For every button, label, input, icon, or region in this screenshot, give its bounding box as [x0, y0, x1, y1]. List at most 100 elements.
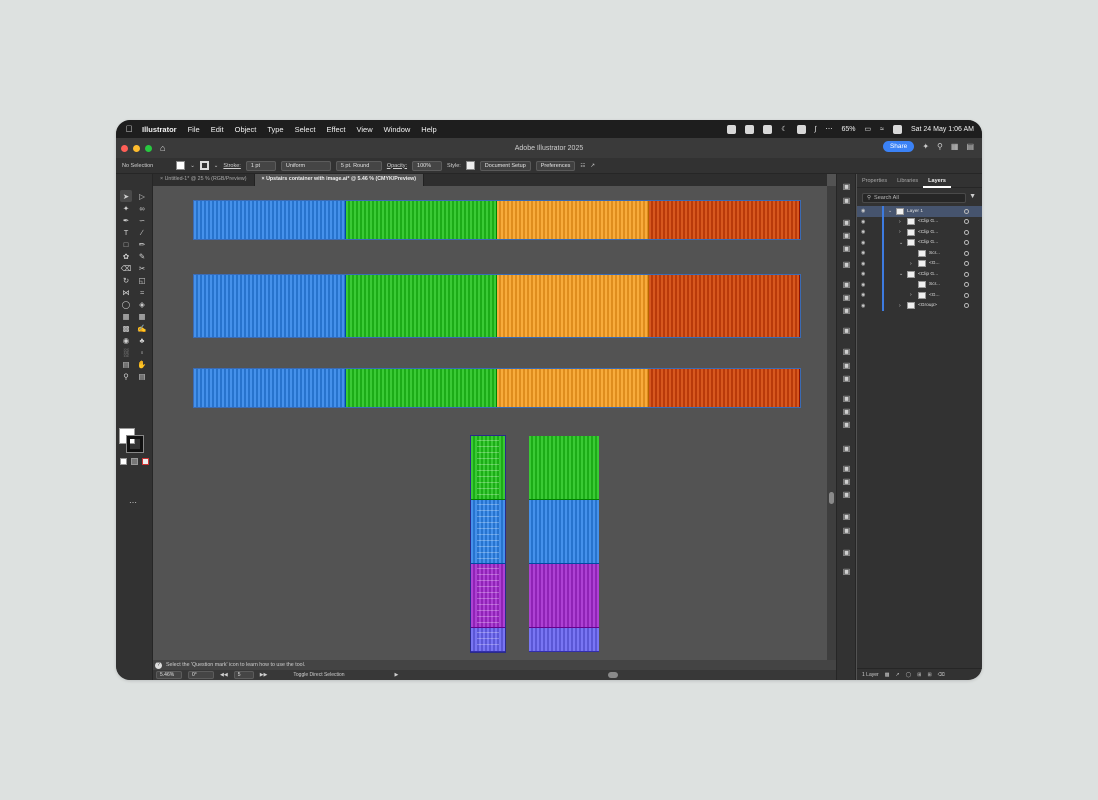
chevron-down-icon[interactable]: ⌄ [214, 163, 219, 169]
container-violet[interactable] [529, 628, 599, 652]
tab-untitled-1[interactable]: × Untitled-1* @ 25 % (RGB/Preview) [153, 174, 255, 186]
visibility-eye-icon[interactable]: ◉ [861, 208, 865, 214]
chevron-right-icon[interactable]: › [899, 303, 901, 309]
clipping-mask-icon[interactable]: ◯ [906, 672, 912, 678]
control-center-icon[interactable] [892, 124, 902, 134]
battery-icon[interactable]: ▭ [864, 125, 871, 133]
hand-tool-icon[interactable]: ✋ [136, 358, 148, 370]
graphic-styles-icon[interactable]: ▣ [842, 244, 851, 253]
tab-upstairs-container[interactable]: × Upstairs container with image.ai* @ 5.… [254, 174, 425, 186]
rectangle-tool-icon[interactable]: □ [120, 238, 132, 250]
pathfinder-icon[interactable]: ▣ [842, 407, 851, 416]
edit-toolbar-icon[interactable]: ⋯ [129, 498, 137, 507]
column-graph-tool-icon[interactable]: ░ [120, 346, 132, 358]
close-window-button[interactable] [121, 144, 128, 152]
asset-export-icon[interactable]: ▣ [842, 361, 851, 370]
container-green[interactable] [529, 436, 599, 500]
artboard-canvas[interactable] [153, 186, 827, 660]
chevron-down-icon[interactable]: ⌄ [899, 240, 903, 246]
container-purple[interactable] [529, 564, 599, 628]
target-icon[interactable] [964, 271, 969, 277]
lasso-tool-icon[interactable]: ∞ [136, 202, 148, 214]
3d-icon[interactable]: ▣ [842, 444, 851, 453]
shape-builder-tool-icon[interactable]: ◈ [136, 298, 148, 310]
sublayer-row[interactable]: ◉ ⌄ <Clip G... [857, 269, 982, 280]
symbols-icon[interactable]: ▣ [842, 231, 851, 240]
slice-tool-icon[interactable]: ▤ [120, 358, 132, 370]
target-icon[interactable] [964, 219, 969, 225]
layer-name[interactable]: <Clip G... [918, 240, 938, 245]
zoom-level-field[interactable]: 5.46% [156, 671, 182, 679]
gradient-icon[interactable]: ▣ [842, 293, 851, 302]
artboard-tool-icon[interactable]: ▫ [136, 346, 148, 358]
perspective-tool-icon[interactable]: ▦ [120, 310, 132, 322]
menu-help[interactable]: Help [421, 125, 436, 134]
container-blue[interactable] [194, 275, 346, 337]
width-tool-icon[interactable]: ⋈ [120, 286, 132, 298]
sublayer-row[interactable]: ◉ ⌄ <Clip G... [857, 237, 982, 248]
first-artboard-icon[interactable]: ◀◀ [220, 672, 228, 678]
brush-definition[interactable]: 5 pt. Round [335, 160, 382, 171]
new-sublayer-icon[interactable]: ⊞ [917, 672, 921, 678]
container-purple[interactable] [471, 564, 505, 628]
eyedropper-tool-icon[interactable]: ✍ [136, 322, 148, 334]
share-button[interactable]: Share [882, 141, 915, 152]
line-tool-icon[interactable]: ∕ [136, 226, 148, 238]
visibility-eye-icon[interactable]: ◉ [861, 292, 865, 298]
transparency-icon[interactable]: ▣ [842, 306, 851, 315]
chevron-down-icon[interactable]: ⌄ [190, 163, 195, 169]
shaper-tool-icon[interactable]: ✿ [120, 250, 132, 262]
container-column[interactable] [529, 436, 599, 652]
wifi-icon[interactable]: ≈ [880, 126, 884, 133]
container-blue[interactable] [529, 500, 599, 564]
warp-tool-icon[interactable]: ≈ [136, 286, 148, 298]
zoom-tool-icon[interactable]: ⚲ [120, 370, 132, 382]
blend-tool-icon[interactable]: ◉ [120, 334, 132, 346]
none-mode-button[interactable] [142, 458, 149, 465]
sublayer-row[interactable]: ◉ › <Clip G... [857, 227, 982, 238]
preferences-button[interactable]: Preferences [535, 160, 576, 171]
visibility-eye-icon[interactable]: ◉ [861, 282, 865, 288]
container-red[interactable] [648, 275, 800, 337]
sublayer-row[interactable]: ◉ Scr... [857, 248, 982, 259]
target-icon[interactable] [964, 250, 969, 256]
tab-layers[interactable]: Layers [923, 174, 951, 188]
transform-icon[interactable]: ▣ [842, 420, 851, 429]
extension-icon[interactable] [796, 124, 806, 134]
sublayer-row[interactable]: ◉ › <Group> [857, 300, 982, 311]
target-icon[interactable] [964, 208, 969, 214]
sublayer-row[interactable]: ◉ › <G... [857, 258, 982, 269]
container-row[interactable] [193, 274, 801, 338]
visibility-eye-icon[interactable]: ◉ [861, 240, 865, 246]
filter-icon[interactable]: ▼ [969, 193, 976, 200]
chevron-right-icon[interactable]: › [899, 229, 901, 235]
artboards-icon[interactable]: ▣ [842, 374, 851, 383]
print-tiling-tool-icon[interactable]: ▤ [136, 370, 148, 382]
menu-edit[interactable]: Edit [211, 125, 224, 134]
stroke-swatch[interactable] [199, 161, 209, 170]
container-green[interactable] [345, 201, 497, 239]
symbol-sprayer-tool-icon[interactable]: ♣ [136, 334, 148, 346]
arrange-documents-icon[interactable]: ☷ [580, 163, 585, 169]
target-icon[interactable] [964, 282, 969, 288]
layer-name[interactable]: Scr... [929, 251, 940, 256]
chevron-right-icon[interactable]: › [899, 219, 901, 225]
container-green[interactable] [345, 369, 497, 407]
container-row[interactable] [193, 200, 801, 240]
gradient-tool-icon[interactable]: ▩ [120, 322, 132, 334]
paintbrush-tool-icon[interactable]: ✏ [136, 238, 148, 250]
eraser-tool-icon[interactable]: ⌫ [120, 262, 132, 274]
chat-icon[interactable] [763, 124, 773, 134]
color-mode-button[interactable] [120, 458, 127, 465]
sparkle-icon[interactable]: ✦ [922, 142, 929, 151]
image-trace-icon[interactable]: ▣ [842, 326, 851, 335]
sublayer-row[interactable]: ◉ Scr... [857, 279, 982, 290]
chevron-down-icon[interactable]: ⌄ [888, 208, 892, 214]
chevron-right-icon[interactable]: › [910, 261, 912, 267]
minimize-window-button[interactable] [133, 144, 140, 152]
tab-libraries[interactable]: Libraries [892, 178, 923, 184]
character-icon[interactable]: ▣ [842, 464, 851, 473]
workspace-icon[interactable]: ▦ [951, 142, 959, 151]
menu-effect[interactable]: Effect [326, 125, 345, 134]
layer-name[interactable]: <G... [929, 261, 940, 266]
